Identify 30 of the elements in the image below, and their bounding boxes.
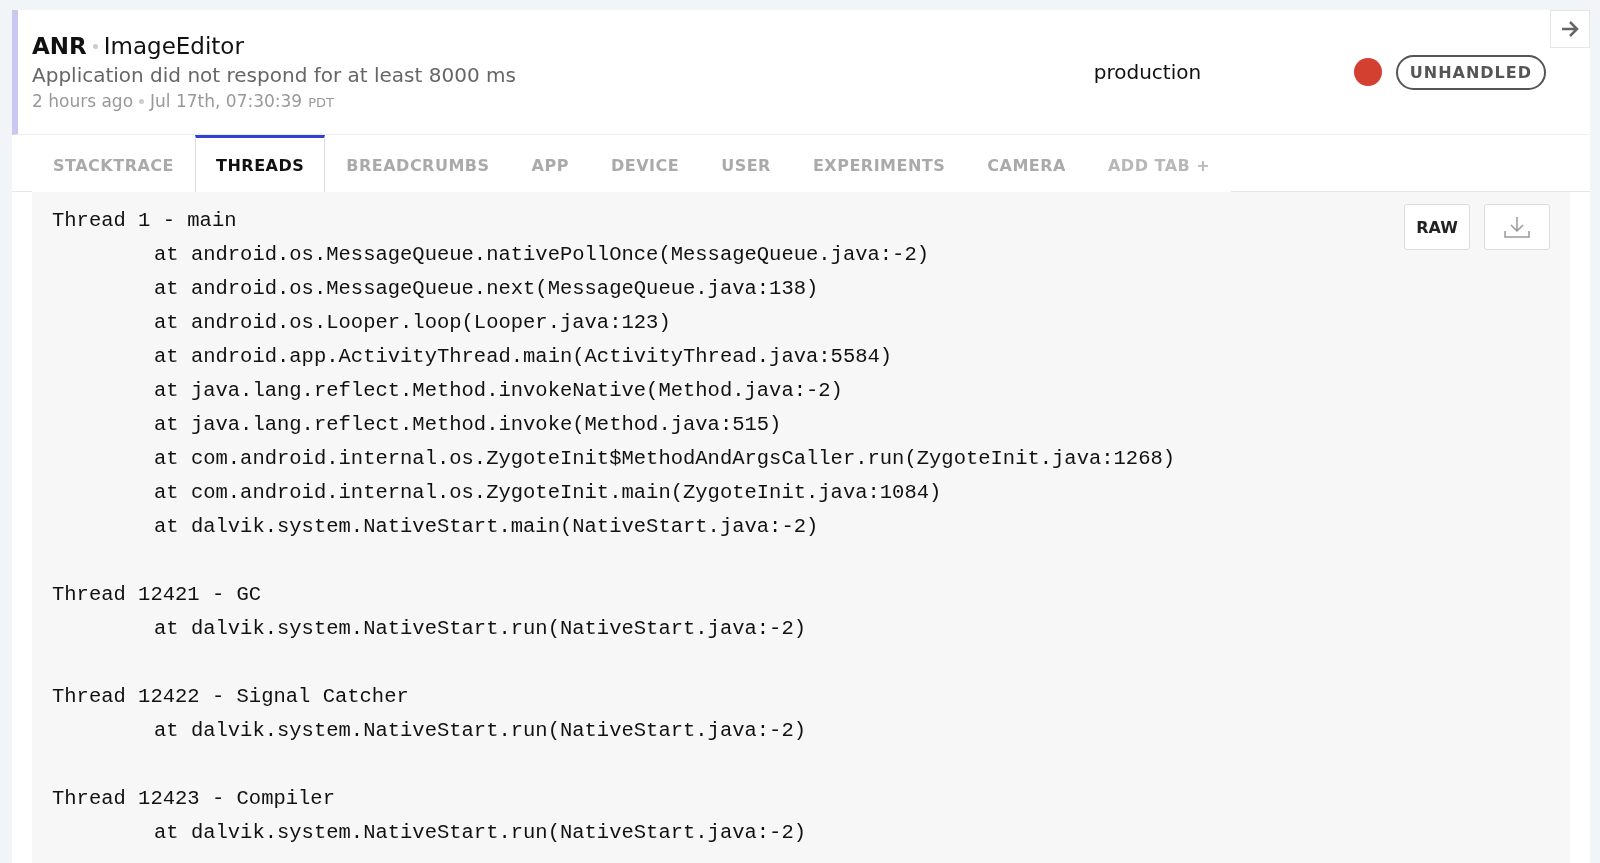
thread-title: Thread 12421 - GC	[52, 582, 262, 608]
download-icon	[1503, 215, 1531, 239]
error-message: Application did not respond for at least 8000 ms	[32, 63, 517, 87]
thread-title: Thread 12423 - Compiler	[52, 786, 335, 812]
app-name: ImageEditor	[103, 33, 244, 59]
separator-dot-icon	[92, 43, 98, 49]
stack-frame: at com.android.internal.os.ZygoteInit.main(ZygoteInit.java:1084)	[154, 476, 942, 510]
thread-title: Thread 1 - main	[52, 208, 237, 234]
separator-dot-icon	[139, 98, 145, 104]
release-stage: production	[1093, 60, 1203, 84]
tab[interactable]: THREADS	[195, 135, 326, 192]
stack-frame: at java.lang.reflect.Method.invokeNative(Method.java:-2)	[154, 374, 843, 408]
stack-frame: at dalvik.system.NativeStart.run(NativeStart.java:-2)	[154, 612, 806, 646]
raw-button[interactable]: RAW	[1404, 204, 1470, 250]
relative-time: 2 hours ago	[32, 91, 134, 111]
stack-frame: at android.os.MessageQueue.next(MessageQueue.java:138)	[154, 272, 819, 306]
stack-frame: at java.lang.reflect.Method.invoke(Method.java:515)	[154, 408, 782, 442]
stack-frame: at dalvik.system.NativeStart.run(NativeStart.java:-2)	[154, 816, 806, 850]
timezone: PDT	[308, 95, 334, 110]
timestamp: Jul 17th, 07:30:39	[150, 91, 303, 111]
stack-frame: at dalvik.system.NativeStart.main(NativeStart.java:-2)	[154, 510, 819, 544]
stack-frame: at android.app.ActivityThread.main(ActivityThread.java:5584)	[154, 340, 893, 374]
thread-title: Thread 12422 - Signal Catcher	[52, 684, 409, 710]
event-type: ANR	[32, 33, 87, 59]
handled-badge: UNHANDLED	[1395, 54, 1546, 90]
stack-frame: at dalvik.system.NativeStart.run(NativeStart.java:-2)	[154, 714, 806, 748]
arrow-right-icon[interactable]	[1550, 10, 1590, 48]
stack-frame: at android.os.MessageQueue.nativePollOnce(MessageQueue.java:-2)	[154, 238, 930, 272]
stack-frame: at android.os.Looper.loop(Looper.java:123)	[154, 306, 671, 340]
stack-frame: at com.android.internal.os.ZygoteInit$MethodAndArgsCaller.run(ZygoteInit.java:1268)	[154, 442, 1176, 476]
